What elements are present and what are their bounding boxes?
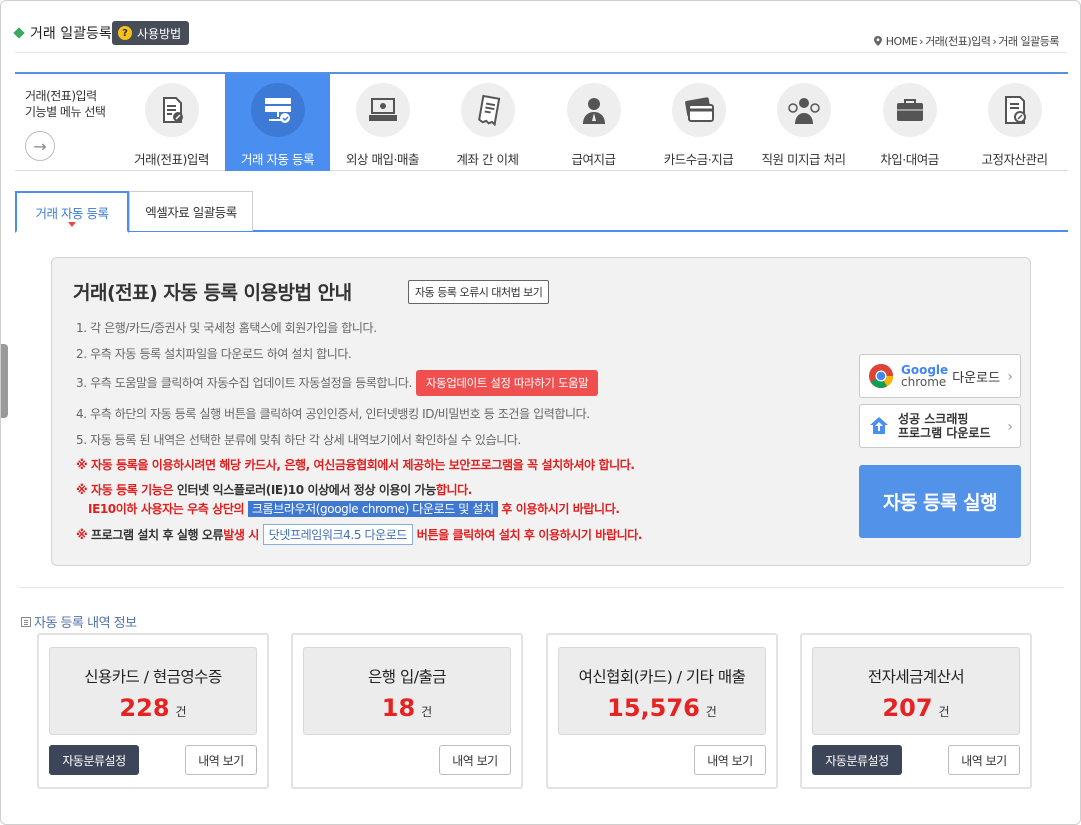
menu-item-payroll[interactable]: 급여지급 (541, 74, 646, 171)
count-value: 15,576 (607, 694, 700, 722)
menu-item-credit-trade[interactable]: 외상 매입·매출 (330, 74, 435, 171)
usage-guide-panel: 거래(전표) 자동 등록 이용방법 안내 자동 등록 오류시 대처법 보기 1.… (51, 257, 1031, 566)
scraping-download-button[interactable]: 성공 스크래핑 프로그램 다운로드 › (859, 404, 1021, 448)
menu-item-card-payment[interactable]: 카드수금·지급 (646, 74, 751, 171)
guide-note-browser: ※ 자동 등록 기능은 인터넷 익스플로러(IE)10 이상에서 정상 이용이 … (76, 483, 472, 497)
caret-down-icon (68, 222, 76, 227)
summary-card-credit-card: 신용카드 / 현금영수증 228 건 자동분류설정 내역 보기 (37, 633, 269, 789)
breadcrumb-home[interactable]: HOME (886, 35, 918, 48)
credit-card-icon (671, 83, 726, 137)
chevron-right-icon: › (919, 34, 924, 48)
section-divider (19, 587, 1064, 588)
count-value: 18 (381, 694, 416, 722)
count-value: 228 (119, 694, 170, 722)
list-icon (21, 616, 31, 627)
count-value: 207 (882, 694, 933, 722)
menu-item-employee-unpaid[interactable]: 직원 미지급 처리 (751, 74, 856, 171)
document-pen-icon (144, 83, 199, 137)
chevron-right-icon: › (992, 34, 997, 48)
view-details-button[interactable]: 내역 보기 (439, 745, 511, 775)
breadcrumb-item[interactable]: 거래(전표)입력 (925, 33, 991, 49)
tab-auto-register[interactable]: 거래 자동 등록 (15, 191, 129, 233)
menu-item-loan[interactable]: 차입·대여금 (857, 74, 962, 171)
person-icon (566, 83, 621, 137)
breadcrumb-current: 거래 일괄등록 (998, 35, 1059, 48)
side-panel-handle[interactable] (1, 344, 8, 418)
menu-item-fixed-assets[interactable]: 고정자산관리 (962, 74, 1067, 171)
summary-card-body: 은행 입/출금 18 건 (303, 647, 511, 735)
summary-card-body: 신용카드 / 현금영수증 228 건 (49, 647, 257, 735)
employee-money-icon (776, 83, 831, 137)
menu-item-auto-register[interactable]: 거래 자동 등록 (225, 74, 330, 171)
howto-button[interactable]: ? 사용방법 (112, 21, 190, 45)
tab-excel-upload[interactable]: 엑셀자료 일괄등록 (129, 191, 253, 231)
chevron-right-icon: › (1007, 419, 1013, 435)
upload-home-icon (870, 417, 888, 434)
chrome-download-button[interactable]: Google chrome 다운로드 › (859, 354, 1021, 398)
menu-lead-text: 거래(전표)입력 기능별 메뉴 선택 (25, 89, 106, 119)
asset-document-icon (987, 83, 1042, 137)
view-details-button[interactable]: 내역 보기 (694, 745, 766, 775)
guide-step-4: 4. 우측 하단의 자동 등록 실행 버튼을 클릭하여 공인인증서, 인터넷뱅킹… (76, 407, 590, 421)
google-chrome-logo: Google chrome (901, 363, 949, 389)
auto-update-help-button[interactable]: 자동업데이트 설정 따라하기 도움말 (415, 370, 599, 396)
breadcrumb: HOME › 거래(전표)입력 › 거래 일괄등록 (873, 33, 1059, 49)
chevron-right-icon: › (1007, 369, 1013, 385)
question-icon: ? (118, 26, 132, 40)
guide-step-3: 3. 우측 도움말을 클릭하여 자동수집 업데이트 자동설정을 등록합니다. 자동… (76, 370, 599, 396)
error-fix-button[interactable]: 자동 등록 오류시 대처법 보기 (408, 280, 550, 304)
menu-item-voucher-entry[interactable]: 거래(전표)입력 (119, 74, 224, 171)
auto-classify-button[interactable]: 자동분류설정 (49, 745, 139, 775)
cash-register-icon (355, 83, 410, 137)
guide-note-dotnet: ※ 프로그램 설치 후 실행 오류발생 시 닷넷프레임워크4.5 다운로드 버튼… (76, 524, 642, 545)
section-title: 자동 등록 내역 정보 (21, 612, 137, 631)
chrome-icon (869, 364, 893, 389)
page-header: 거래 일괄등록 ? 사용방법 HOME › 거래(전표)입력 › 거래 일괄등록 (13, 19, 1067, 53)
guide-title: 거래(전표) 자동 등록 이용방법 안내 (73, 282, 352, 304)
location-pin-icon (873, 36, 882, 46)
guide-step-1: 1. 각 은행/카드/증권사 및 국세청 홈택스에 회원가입을 합니다. (76, 321, 377, 335)
auto-classify-button[interactable]: 자동분류설정 (812, 745, 902, 775)
arrow-right-icon[interactable]: → (25, 131, 55, 161)
guide-step-5: 5. 자동 등록 된 내역은 선택한 분류에 맞춰 하단 각 상세 내역보기에서… (76, 433, 521, 447)
briefcase-icon (882, 83, 937, 137)
summary-card-body: 여신협회(카드) / 기타 매출 15,576 건 (558, 647, 766, 735)
page-frame: 거래 일괄등록 ? 사용방법 HOME › 거래(전표)입력 › 거래 일괄등록… (0, 0, 1081, 825)
receipt-icon (460, 83, 515, 137)
function-menu: 거래(전표)입력 기능별 메뉴 선택 → 거래(전표)입력 거래 자동 등록 외… (15, 72, 1068, 171)
summary-card-tax-invoice: 전자세금계산서 207 건 자동분류설정 내역 보기 (800, 633, 1032, 789)
guide-note-chrome: IE10이하 사용자는 우측 상단의 크롬브라우저(google chrome)… (88, 501, 620, 517)
page-title: 거래 일괄등록 (13, 23, 112, 43)
scraping-download-label: 성공 스크래핑 프로그램 다운로드 (898, 412, 991, 440)
diamond-bullet-icon (13, 27, 25, 39)
guide-step-2: 2. 우측 자동 등록 설치파일을 다운로드 하여 설치 합니다. (76, 347, 352, 361)
run-auto-register-button[interactable]: 자동 등록 실행 (859, 465, 1021, 538)
summary-card-bank: 은행 입/출금 18 건 내역 보기 (291, 633, 523, 789)
summary-card-card-association: 여신협회(카드) / 기타 매출 15,576 건 내역 보기 (546, 633, 778, 789)
guide-note-security: ※ 자동 등록을 이용하시려면 해당 카드사, 은행, 여신금융협회에서 제공하… (76, 458, 635, 472)
dotnet-download-button[interactable]: 닷넷프레임워크4.5 다운로드 (262, 524, 414, 545)
menu-item-account-transfer[interactable]: 계좌 간 이체 (435, 74, 540, 171)
view-details-button[interactable]: 내역 보기 (185, 745, 257, 775)
chrome-install-link[interactable]: 크롬브라우저(google chrome) 다운로드 및 설치 (247, 501, 498, 517)
summary-card-body: 전자세금계산서 207 건 (812, 647, 1020, 735)
view-details-button[interactable]: 내역 보기 (948, 745, 1020, 775)
sub-tabs: 거래 자동 등록 엑셀자료 일괄등록 (15, 191, 1068, 233)
server-sync-icon (250, 83, 305, 137)
